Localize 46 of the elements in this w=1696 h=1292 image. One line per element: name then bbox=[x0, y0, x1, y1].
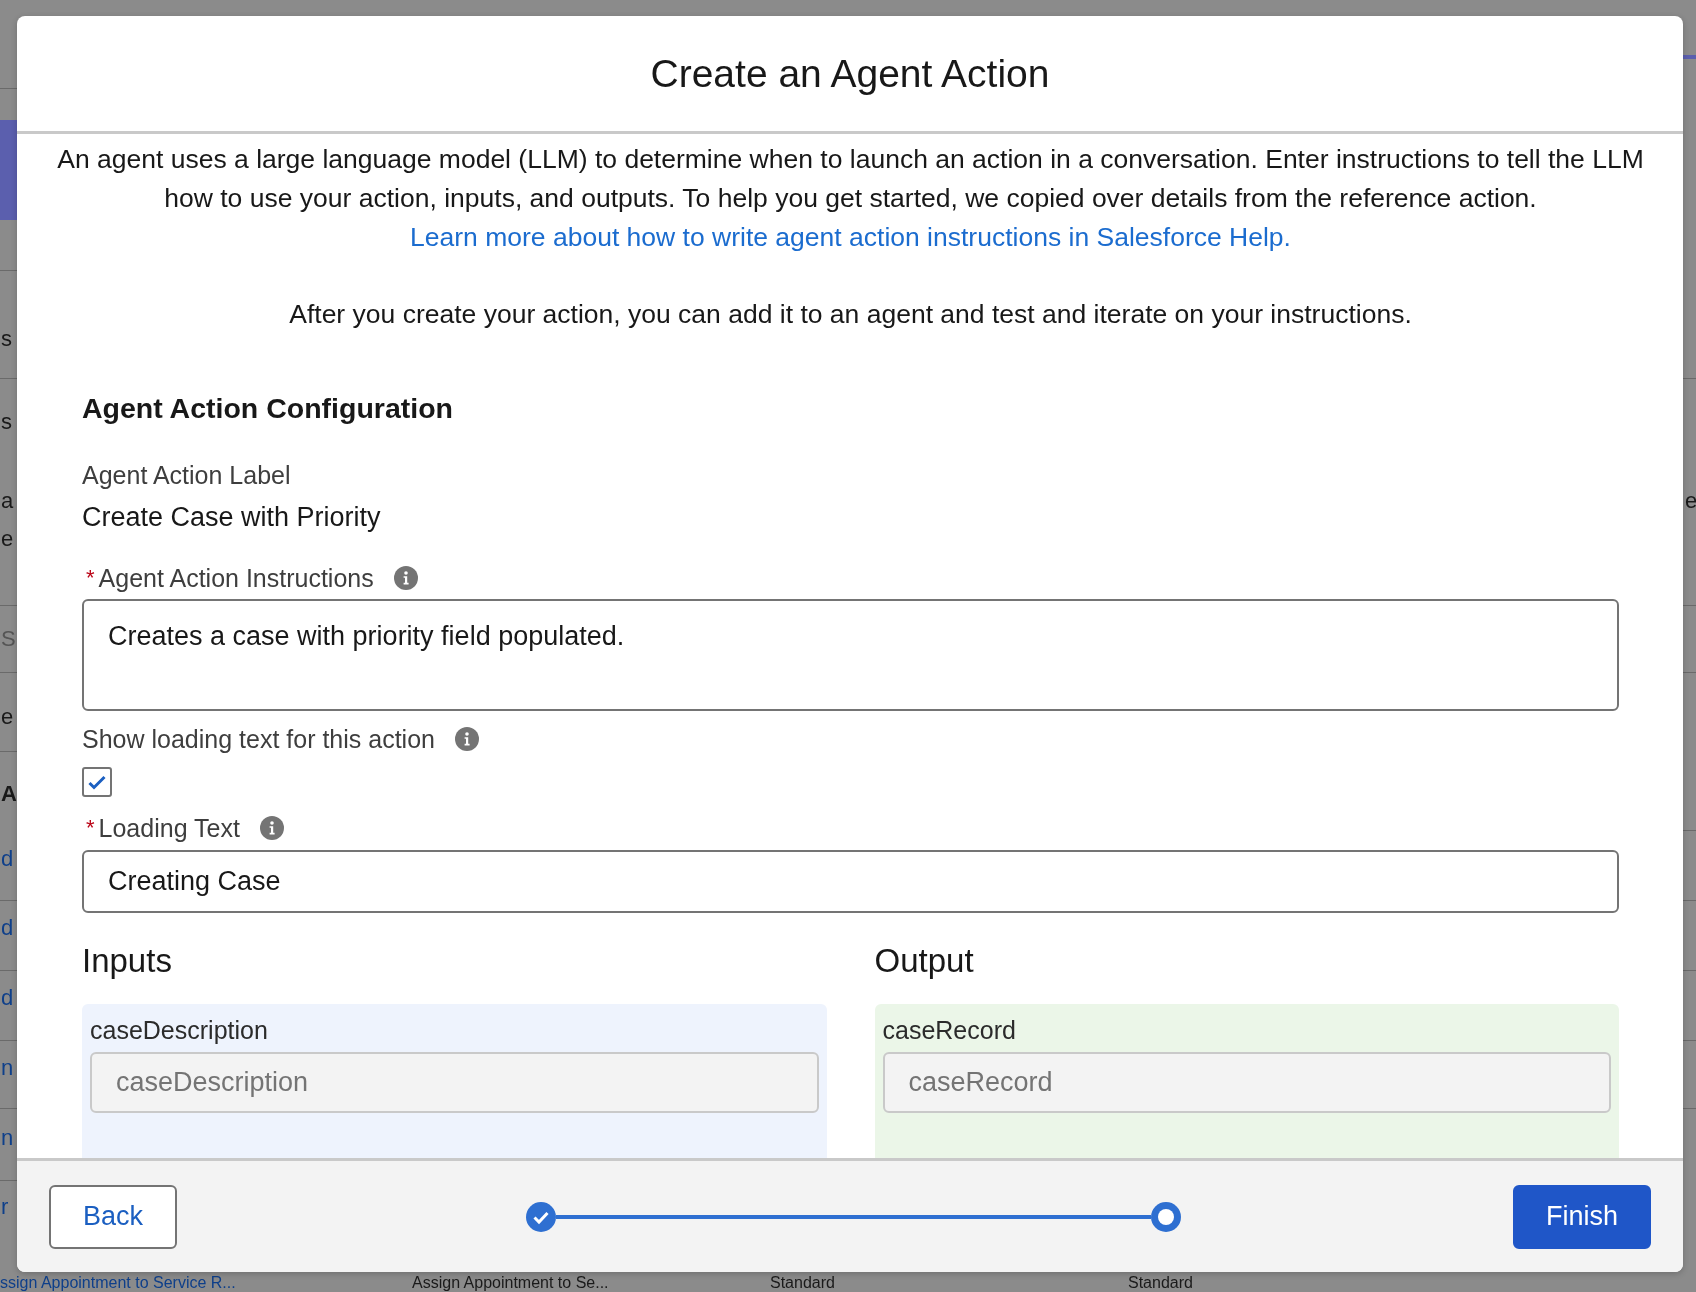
table-cell: Assign Appointment to Se... bbox=[412, 1273, 609, 1292]
instructions-field[interactable]: Creates a case with priority field populated. bbox=[82, 599, 1619, 711]
text-fragment: e bbox=[1, 525, 14, 553]
field-value: Create Case with Priority bbox=[82, 502, 382, 532]
table-cell: Standard bbox=[770, 1273, 835, 1292]
text-fragment: A bbox=[1, 780, 17, 808]
parameter-name: caseRecord bbox=[882, 1016, 1017, 1044]
link[interactable]: ssign Appointment to Service R... bbox=[0, 1273, 236, 1292]
info-icon[interactable] bbox=[393, 566, 418, 590]
link[interactable]: d bbox=[1, 984, 14, 1012]
inputs-heading: Inputs bbox=[82, 943, 173, 979]
section-title: Agent Action Configuration bbox=[82, 391, 454, 425]
back-button[interactable]: Back bbox=[49, 1184, 177, 1249]
step-current-icon[interactable] bbox=[1150, 1201, 1181, 1232]
output-heading: Output bbox=[874, 943, 975, 979]
link[interactable]: d bbox=[1, 845, 14, 873]
text-fragment: a bbox=[1, 487, 14, 515]
table-cell: Standard bbox=[1128, 1273, 1193, 1292]
checkbox[interactable] bbox=[82, 767, 112, 797]
field-label: Agent Action Instructions bbox=[98, 564, 374, 592]
help-link[interactable]: Learn more about how to write agent action instructions in Salesforce Help. bbox=[410, 222, 1291, 252]
loading-text-field[interactable]: Creating Case bbox=[82, 850, 1619, 913]
required-mark: * bbox=[86, 814, 95, 842]
parameter-name: caseDescription bbox=[90, 1016, 269, 1044]
text-fragment: s bbox=[1, 408, 12, 436]
note-paragraph: After you create your action, you can add it to an agent and test and iterate on your instructions. bbox=[288, 298, 1413, 331]
required-mark: * bbox=[86, 564, 95, 592]
field-label: Agent Action Label bbox=[82, 461, 291, 489]
link[interactable]: n bbox=[1, 1054, 14, 1082]
info-icon[interactable] bbox=[259, 816, 284, 840]
check-icon bbox=[88, 774, 106, 790]
readonly-field: caseRecord bbox=[882, 1052, 1611, 1113]
checkbox-label: Show loading text for this action bbox=[82, 725, 435, 753]
field-label: Loading Text bbox=[98, 814, 240, 842]
info-icon[interactable] bbox=[455, 727, 479, 751]
link[interactable]: d bbox=[1, 914, 14, 942]
readonly-field: caseDescription bbox=[90, 1052, 819, 1113]
intro-paragraph: An agent uses a large language model (LLM) to determine when to launch an action in a conversation. Enter instructions to tell the LLM how to use your action, inputs, and outputs. To help you get started, we copied over details from the reference action. Learn more about how to write agent action instructions in Salesforce Help. bbox=[56, 143, 1645, 254]
text-fragment: s bbox=[1, 325, 12, 353]
modal-title: Create an Agent Action bbox=[650, 51, 1050, 96]
finish-button[interactable]: Finish bbox=[1513, 1184, 1651, 1249]
step-complete-icon[interactable] bbox=[525, 1201, 556, 1232]
link[interactable]: r bbox=[1, 1193, 9, 1221]
text-fragment: e bbox=[1685, 487, 1696, 515]
link[interactable]: n bbox=[1, 1124, 14, 1152]
text-fragment: e bbox=[1, 703, 14, 731]
